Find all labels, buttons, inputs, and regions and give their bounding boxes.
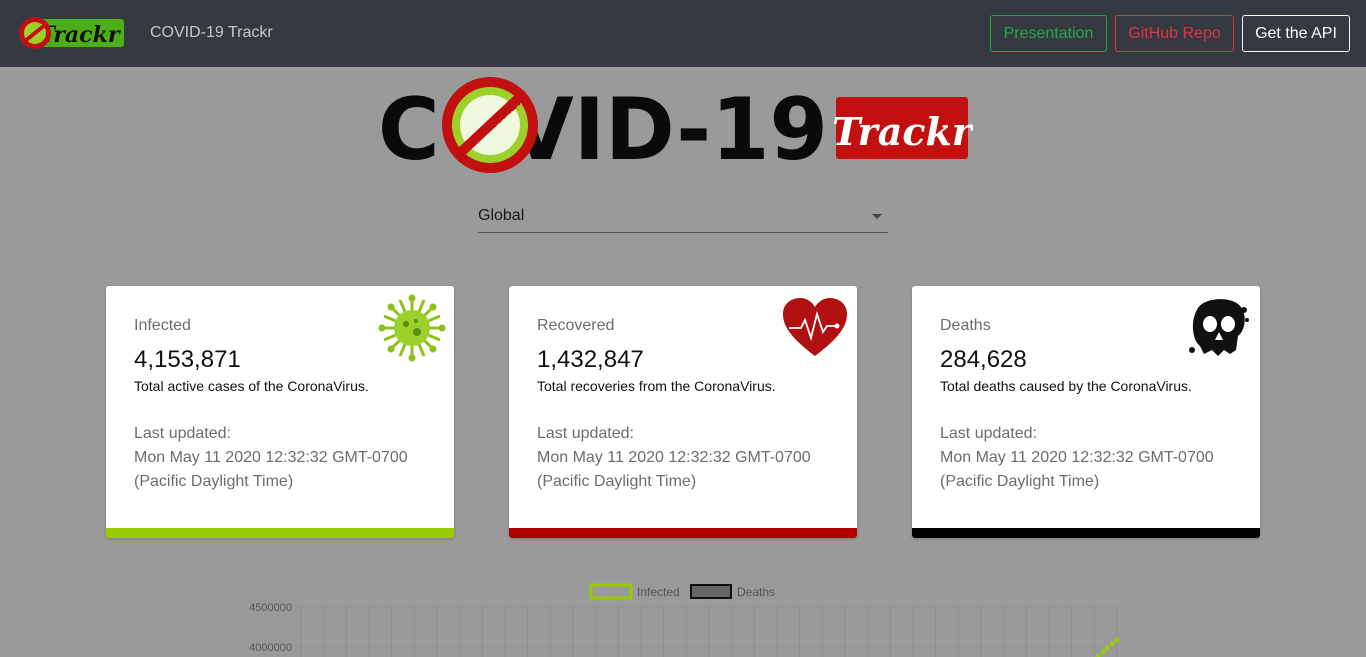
infected-point xyxy=(1100,649,1106,655)
region-select[interactable]: Global xyxy=(478,200,888,233)
infected-point xyxy=(1104,645,1110,651)
card-description: Total recoveries from the CoronaVirus. xyxy=(537,378,776,394)
legend-item-infected[interactable]: Infected xyxy=(589,583,680,600)
cases-line-chart: Infected Deaths 4500000 4000000 xyxy=(249,583,1120,657)
card-updated-label: Last updated: xyxy=(537,425,634,442)
chart-legend: Infected Deaths xyxy=(589,583,775,600)
card-title: Deaths xyxy=(940,317,991,334)
deaths-card: Deaths 284,628 Total deaths caused by th… xyxy=(912,286,1260,538)
card-color-bar xyxy=(912,528,1260,538)
chart-grid xyxy=(295,606,1118,657)
navbar: Trackr COVID-19 Trackr Presentation GitH… xyxy=(0,0,1366,67)
recovered-card: Recovered 1,432,847 Total recoveries fro… xyxy=(509,286,857,538)
card-value: 284,628 xyxy=(940,346,1027,373)
infected-point xyxy=(1109,641,1115,647)
legend-label-infected: Infected xyxy=(637,585,680,599)
card-updated-label: Last updated: xyxy=(134,425,231,442)
card-updated-time: Mon May 11 2020 12:32:32 GMT-0700 (Pacif… xyxy=(134,449,408,490)
skull-icon xyxy=(1189,299,1249,356)
infected-point xyxy=(1114,637,1120,643)
y-tick-label: 4000000 xyxy=(249,642,292,654)
svg-text:Trackr: Trackr xyxy=(39,22,121,48)
card-updated-time: Mon May 11 2020 12:32:32 GMT-0700 (Pacif… xyxy=(537,449,811,490)
chevron-down-icon[interactable] xyxy=(872,214,882,219)
presentation-button[interactable]: Presentation xyxy=(990,15,1107,52)
stay-home-stamp-icon: STAY HOME! xyxy=(442,77,538,173)
card-title: Infected xyxy=(134,317,191,334)
y-tick-label: 4500000 xyxy=(249,602,292,614)
card-updated: Last updated: Mon May 11 2020 12:32:32 G… xyxy=(940,422,1240,494)
github-repo-button[interactable]: GitHub Repo xyxy=(1115,15,1234,52)
card-updated: Last updated: Mon May 11 2020 12:32:32 G… xyxy=(537,422,837,494)
card-updated-label: Last updated: xyxy=(940,425,1037,442)
legend-item-deaths[interactable]: Deaths xyxy=(690,584,775,599)
card-value: 1,432,847 xyxy=(537,346,644,373)
svg-text:Trackr: Trackr xyxy=(832,109,973,154)
trackr-badge: Trackr xyxy=(832,97,973,159)
trackr-logo-icon[interactable]: Trackr xyxy=(17,15,124,51)
heartbeat-icon xyxy=(783,298,847,356)
virus-icon xyxy=(378,294,446,362)
get-api-button[interactable]: Get the API xyxy=(1242,15,1350,52)
infected-card: Infected 4,153,871 Total active cases of… xyxy=(106,286,454,538)
card-value: 4,153,871 xyxy=(134,346,241,373)
region-select-value: Global xyxy=(478,207,525,224)
card-updated-time: Mon May 11 2020 12:32:32 GMT-0700 (Pacif… xyxy=(940,449,1214,490)
card-description: Total deaths caused by the CoronaVirus. xyxy=(940,378,1192,394)
card-color-bar xyxy=(106,528,454,538)
card-title: Recovered xyxy=(537,317,615,334)
covid-trackr-logo: COVID-19 STAY HOME! Trackr xyxy=(378,77,973,175)
navbar-title[interactable]: COVID-19 Trackr xyxy=(150,24,273,42)
card-updated: Last updated: Mon May 11 2020 12:32:32 G… xyxy=(134,422,434,494)
card-description: Total active cases of the CoronaVirus. xyxy=(134,378,369,394)
legend-label-deaths: Deaths xyxy=(737,585,775,599)
card-color-bar xyxy=(509,528,857,538)
